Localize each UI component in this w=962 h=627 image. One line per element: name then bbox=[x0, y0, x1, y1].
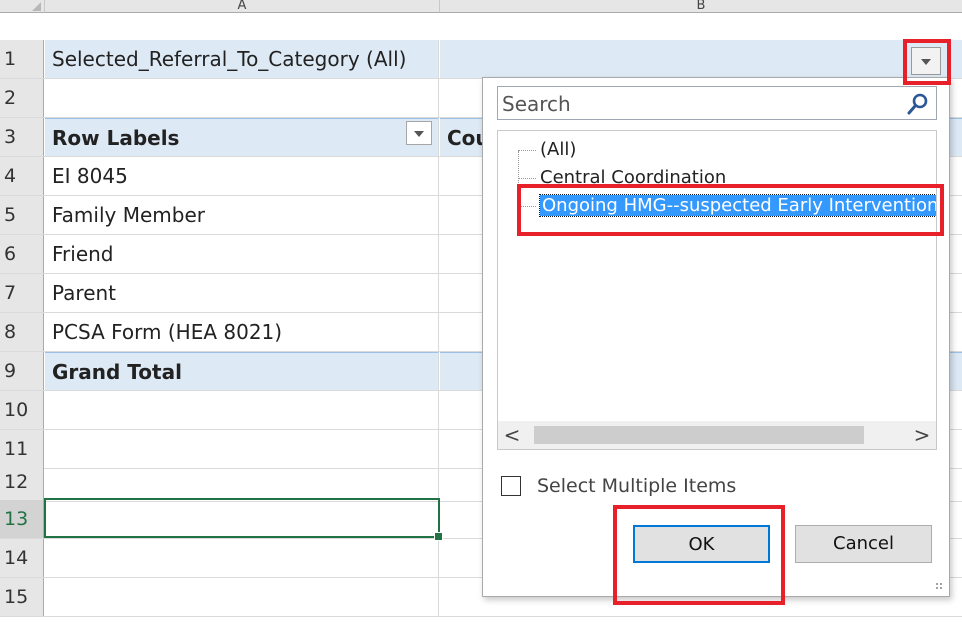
cell-a12[interactable] bbox=[45, 463, 439, 501]
row-header[interactable]: 7 bbox=[0, 274, 44, 312]
column-header-b[interactable]: B bbox=[440, 0, 962, 13]
row-header[interactable]: 14 bbox=[0, 539, 44, 577]
highlight-box-selected-item bbox=[517, 184, 944, 236]
cell-a6[interactable]: Friend bbox=[45, 235, 439, 273]
cell-a7[interactable]: Parent bbox=[45, 274, 439, 312]
cell-a2[interactable] bbox=[45, 79, 439, 117]
tree-dot-icon bbox=[518, 149, 536, 151]
filter-items-list: (All) Central Coordination Ongoing HMG--… bbox=[497, 130, 937, 450]
row-header[interactable]: 4 bbox=[0, 157, 44, 195]
list-item-label: (All) bbox=[540, 139, 577, 160]
scroll-left-icon[interactable]: < bbox=[498, 421, 526, 449]
select-multiple-checkbox[interactable] bbox=[501, 476, 521, 496]
cancel-button[interactable]: Cancel bbox=[795, 525, 932, 563]
select-all-corner[interactable] bbox=[0, 0, 45, 13]
row-header[interactable]: 3 bbox=[0, 118, 44, 156]
cell-a15[interactable] bbox=[45, 578, 439, 616]
tree-dot-icon bbox=[518, 177, 536, 179]
cell-a1-report-filter[interactable]: Selected_Referral_To_Category (All) bbox=[45, 40, 439, 78]
horizontal-scrollbar[interactable]: < > bbox=[498, 421, 936, 449]
highlight-box-dropdown-arrow bbox=[903, 39, 951, 85]
select-multiple-label: Select Multiple Items bbox=[537, 475, 737, 497]
search-input[interactable] bbox=[500, 88, 899, 120]
highlight-box-ok-button bbox=[613, 505, 785, 605]
resize-grip-icon[interactable] bbox=[935, 582, 943, 590]
row-header[interactable]: 1 bbox=[0, 40, 44, 78]
corner-triangle-icon bbox=[32, 2, 41, 11]
chevron-down-icon bbox=[414, 131, 424, 137]
fill-handle[interactable] bbox=[434, 532, 443, 541]
cell-a8[interactable]: PCSA Form (HEA 8021) bbox=[45, 313, 439, 351]
search-icon[interactable] bbox=[906, 92, 930, 116]
cell-a9-grand-total[interactable]: Grand Total bbox=[45, 352, 439, 390]
active-cell-selection bbox=[44, 498, 440, 538]
row-header[interactable]: 9 bbox=[0, 352, 44, 390]
table-row: 1 Selected_Referral_To_Category (All) bbox=[0, 40, 962, 79]
row-header[interactable]: 6 bbox=[0, 235, 44, 273]
cell-a10[interactable] bbox=[45, 391, 439, 429]
cell-a3-row-labels[interactable]: Row Labels bbox=[45, 118, 439, 156]
scrollbar-thumb[interactable] bbox=[534, 426, 864, 444]
list-item-all[interactable]: (All) bbox=[518, 137, 576, 163]
row-header[interactable]: 5 bbox=[0, 196, 44, 234]
cell-b1[interactable] bbox=[440, 40, 962, 78]
column-header-a[interactable]: A bbox=[45, 0, 440, 13]
search-box bbox=[497, 86, 937, 120]
row-header[interactable]: 12 bbox=[0, 463, 44, 501]
scroll-right-icon[interactable]: > bbox=[908, 421, 936, 449]
row-header[interactable]: 2 bbox=[0, 79, 44, 117]
row-header-active[interactable]: 13 bbox=[0, 500, 44, 538]
cell-a4[interactable]: EI 8045 bbox=[45, 157, 439, 195]
cell-a14[interactable] bbox=[45, 539, 439, 577]
cell-a5[interactable]: Family Member bbox=[45, 196, 439, 234]
row-labels-filter-button[interactable] bbox=[406, 121, 432, 145]
row-header[interactable]: 10 bbox=[0, 391, 44, 429]
row-header[interactable]: 15 bbox=[0, 578, 44, 616]
row-header[interactable]: 8 bbox=[0, 313, 44, 351]
